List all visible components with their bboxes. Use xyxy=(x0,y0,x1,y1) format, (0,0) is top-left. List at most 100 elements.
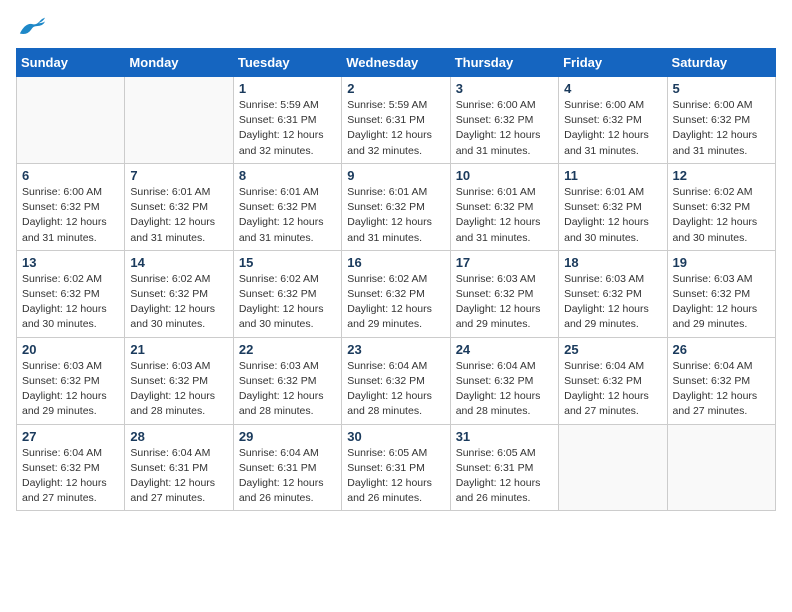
column-header-saturday: Saturday xyxy=(667,49,775,77)
cell-info: Sunrise: 5:59 AM Sunset: 6:31 PM Dayligh… xyxy=(347,98,444,159)
calendar-cell: 6 Sunrise: 6:00 AM Sunset: 6:32 PM Daylig… xyxy=(17,163,125,250)
column-header-sunday: Sunday xyxy=(17,49,125,77)
day-number: 26 xyxy=(673,342,770,357)
cell-info: Sunrise: 6:00 AM Sunset: 6:32 PM Dayligh… xyxy=(22,185,119,246)
calendar-cell: 2 Sunrise: 5:59 AM Sunset: 6:31 PM Daylig… xyxy=(342,77,450,164)
day-number: 17 xyxy=(456,255,553,270)
calendar-cell: 7 Sunrise: 6:01 AM Sunset: 6:32 PM Daylig… xyxy=(125,163,233,250)
day-number: 15 xyxy=(239,255,336,270)
cell-info: Sunrise: 6:03 AM Sunset: 6:32 PM Dayligh… xyxy=(564,272,661,333)
calendar-cell: 26Sunrise: 6:04 AM Sunset: 6:32 PM Dayli… xyxy=(667,337,775,424)
calendar-cell: 15 Sunrise: 6:02 AM Sunset: 6:32 PM Dayli… xyxy=(233,250,341,337)
calendar-cell: 20 Sunrise: 6:03 AM Sunset: 6:32 PM Dayli… xyxy=(17,337,125,424)
day-number: 24 xyxy=(456,342,553,357)
day-number: 31 xyxy=(456,429,553,444)
day-number: 4 xyxy=(564,81,661,96)
logo-bird-icon xyxy=(18,16,46,38)
calendar-cell xyxy=(559,424,667,511)
cell-info: Sunrise: 6:03 AM Sunset: 6:32 PM Dayligh… xyxy=(456,272,553,333)
cell-info: Sunrise: 6:01 AM Sunset: 6:32 PM Dayligh… xyxy=(347,185,444,246)
day-number: 19 xyxy=(673,255,770,270)
calendar-cell: 8 Sunrise: 6:01 AM Sunset: 6:32 PM Daylig… xyxy=(233,163,341,250)
cell-info: Sunrise: 6:03 AM Sunset: 6:32 PM Dayligh… xyxy=(239,359,336,420)
calendar-cell: 16 Sunrise: 6:02 AM Sunset: 6:32 PM Dayli… xyxy=(342,250,450,337)
calendar-table: SundayMondayTuesdayWednesdayThursdayFrid… xyxy=(16,48,776,511)
day-number: 13 xyxy=(22,255,119,270)
week-row-1: 1 Sunrise: 5:59 AM Sunset: 6:31 PM Daylig… xyxy=(17,77,776,164)
cell-info: Sunrise: 6:04 AM Sunset: 6:32 PM Dayligh… xyxy=(456,359,553,420)
week-row-3: 13 Sunrise: 6:02 AM Sunset: 6:32 PM Dayli… xyxy=(17,250,776,337)
cell-info: Sunrise: 6:03 AM Sunset: 6:32 PM Dayligh… xyxy=(673,272,770,333)
day-number: 29 xyxy=(239,429,336,444)
day-number: 12 xyxy=(673,168,770,183)
calendar-cell: 9Sunrise: 6:01 AM Sunset: 6:32 PM Daylig… xyxy=(342,163,450,250)
calendar-cell: 30 Sunrise: 6:05 AM Sunset: 6:31 PM Dayli… xyxy=(342,424,450,511)
calendar-cell: 19 Sunrise: 6:03 AM Sunset: 6:32 PM Dayli… xyxy=(667,250,775,337)
column-header-thursday: Thursday xyxy=(450,49,558,77)
calendar-cell: 1 Sunrise: 5:59 AM Sunset: 6:31 PM Daylig… xyxy=(233,77,341,164)
column-header-tuesday: Tuesday xyxy=(233,49,341,77)
cell-info: Sunrise: 6:04 AM Sunset: 6:31 PM Dayligh… xyxy=(239,446,336,507)
week-row-4: 20 Sunrise: 6:03 AM Sunset: 6:32 PM Dayli… xyxy=(17,337,776,424)
day-number: 11 xyxy=(564,168,661,183)
calendar-cell: 18 Sunrise: 6:03 AM Sunset: 6:32 PM Dayli… xyxy=(559,250,667,337)
calendar-cell: 10Sunrise: 6:01 AM Sunset: 6:32 PM Dayli… xyxy=(450,163,558,250)
calendar-cell: 12 Sunrise: 6:02 AM Sunset: 6:32 PM Dayli… xyxy=(667,163,775,250)
cell-info: Sunrise: 6:04 AM Sunset: 6:32 PM Dayligh… xyxy=(22,446,119,507)
cell-info: Sunrise: 5:59 AM Sunset: 6:31 PM Dayligh… xyxy=(239,98,336,159)
cell-info: Sunrise: 6:05 AM Sunset: 6:31 PM Dayligh… xyxy=(347,446,444,507)
calendar-cell: 28Sunrise: 6:04 AM Sunset: 6:31 PM Dayli… xyxy=(125,424,233,511)
day-number: 21 xyxy=(130,342,227,357)
day-number: 5 xyxy=(673,81,770,96)
column-header-friday: Friday xyxy=(559,49,667,77)
cell-info: Sunrise: 6:01 AM Sunset: 6:32 PM Dayligh… xyxy=(130,185,227,246)
cell-info: Sunrise: 6:03 AM Sunset: 6:32 PM Dayligh… xyxy=(22,359,119,420)
week-row-5: 27 Sunrise: 6:04 AM Sunset: 6:32 PM Dayli… xyxy=(17,424,776,511)
calendar-cell: 29 Sunrise: 6:04 AM Sunset: 6:31 PM Dayli… xyxy=(233,424,341,511)
day-number: 2 xyxy=(347,81,444,96)
day-number: 16 xyxy=(347,255,444,270)
calendar-cell: 14Sunrise: 6:02 AM Sunset: 6:32 PM Dayli… xyxy=(125,250,233,337)
day-number: 20 xyxy=(22,342,119,357)
day-number: 7 xyxy=(130,168,227,183)
day-number: 30 xyxy=(347,429,444,444)
calendar-cell: 31Sunrise: 6:05 AM Sunset: 6:31 PM Dayli… xyxy=(450,424,558,511)
day-number: 22 xyxy=(239,342,336,357)
calendar-cell: 11 Sunrise: 6:01 AM Sunset: 6:32 PM Dayli… xyxy=(559,163,667,250)
calendar-cell: 22 Sunrise: 6:03 AM Sunset: 6:32 PM Dayli… xyxy=(233,337,341,424)
day-number: 8 xyxy=(239,168,336,183)
calendar-cell xyxy=(125,77,233,164)
day-number: 1 xyxy=(239,81,336,96)
cell-info: Sunrise: 6:02 AM Sunset: 6:32 PM Dayligh… xyxy=(347,272,444,333)
calendar-header-row: SundayMondayTuesdayWednesdayThursdayFrid… xyxy=(17,49,776,77)
calendar-cell: 21 Sunrise: 6:03 AM Sunset: 6:32 PM Dayli… xyxy=(125,337,233,424)
cell-info: Sunrise: 6:01 AM Sunset: 6:32 PM Dayligh… xyxy=(564,185,661,246)
cell-info: Sunrise: 6:00 AM Sunset: 6:32 PM Dayligh… xyxy=(456,98,553,159)
calendar-cell: 4 Sunrise: 6:00 AM Sunset: 6:32 PM Daylig… xyxy=(559,77,667,164)
cell-info: Sunrise: 6:02 AM Sunset: 6:32 PM Dayligh… xyxy=(239,272,336,333)
day-number: 14 xyxy=(130,255,227,270)
day-number: 18 xyxy=(564,255,661,270)
calendar-cell: 3 Sunrise: 6:00 AM Sunset: 6:32 PM Daylig… xyxy=(450,77,558,164)
day-number: 27 xyxy=(22,429,119,444)
cell-info: Sunrise: 6:00 AM Sunset: 6:32 PM Dayligh… xyxy=(564,98,661,159)
calendar-cell: 24 Sunrise: 6:04 AM Sunset: 6:32 PM Dayli… xyxy=(450,337,558,424)
calendar-cell xyxy=(667,424,775,511)
day-number: 3 xyxy=(456,81,553,96)
day-number: 28 xyxy=(130,429,227,444)
day-number: 6 xyxy=(22,168,119,183)
calendar-cell: 13Sunrise: 6:02 AM Sunset: 6:32 PM Dayli… xyxy=(17,250,125,337)
cell-info: Sunrise: 6:01 AM Sunset: 6:32 PM Dayligh… xyxy=(239,185,336,246)
day-number: 23 xyxy=(347,342,444,357)
calendar-cell: 23Sunrise: 6:04 AM Sunset: 6:32 PM Dayli… xyxy=(342,337,450,424)
column-header-monday: Monday xyxy=(125,49,233,77)
calendar-cell xyxy=(17,77,125,164)
cell-info: Sunrise: 6:04 AM Sunset: 6:32 PM Dayligh… xyxy=(564,359,661,420)
calendar-cell: 5 Sunrise: 6:00 AM Sunset: 6:32 PM Daylig… xyxy=(667,77,775,164)
cell-info: Sunrise: 6:02 AM Sunset: 6:32 PM Dayligh… xyxy=(673,185,770,246)
cell-info: Sunrise: 6:00 AM Sunset: 6:32 PM Dayligh… xyxy=(673,98,770,159)
cell-info: Sunrise: 6:01 AM Sunset: 6:32 PM Dayligh… xyxy=(456,185,553,246)
column-header-wednesday: Wednesday xyxy=(342,49,450,77)
cell-info: Sunrise: 6:03 AM Sunset: 6:32 PM Dayligh… xyxy=(130,359,227,420)
calendar-cell: 27 Sunrise: 6:04 AM Sunset: 6:32 PM Dayli… xyxy=(17,424,125,511)
